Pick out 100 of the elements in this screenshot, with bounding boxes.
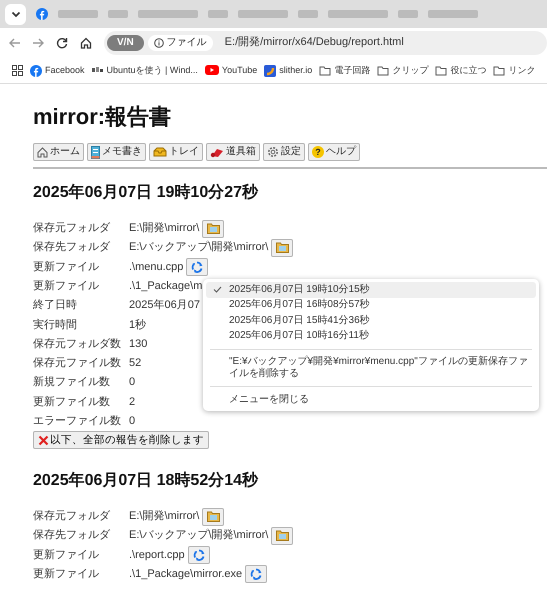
field-label: 更新ファイル <box>33 260 100 274</box>
folder-icon <box>435 65 448 76</box>
field-value: 1秒 <box>129 318 146 332</box>
blurred-tab-label <box>108 10 128 18</box>
vpn-badge[interactable]: V/N <box>107 35 144 51</box>
toolbar-button[interactable]: トレイ <box>149 143 203 161</box>
field-label: 更新ファイル数 <box>33 396 111 409</box>
blurred-tab-label <box>138 10 198 18</box>
field-label: 保存元フォルダ <box>33 222 112 236</box>
field-value: E:\バックアップ\開発\mirror\ <box>129 241 268 255</box>
apps-icon <box>12 65 23 76</box>
toolbar-button[interactable]: ホーム <box>33 143 84 161</box>
blurred-tab-label <box>238 10 288 18</box>
field-label: 実行時間 <box>33 318 78 332</box>
field-label: 更新ファイル <box>33 568 100 582</box>
field-label: 更新ファイル <box>33 280 100 294</box>
bookmark[interactable]: Facebook <box>30 64 85 76</box>
bookmark[interactable]: 電子回路 <box>319 65 370 76</box>
bookmark[interactable]: slither.io <box>264 64 312 76</box>
recycle-icon <box>191 261 204 274</box>
toolbar-button[interactable]: 設定 <box>263 143 305 161</box>
home-button[interactable] <box>80 37 93 49</box>
field-label: 保存元フォルダ <box>33 510 112 524</box>
menu-item[interactable]: メニューを閉じる <box>206 392 536 408</box>
toolbox-icon <box>210 146 224 158</box>
snake-icon <box>264 64 276 76</box>
forward-button[interactable] <box>32 37 45 49</box>
field-value: .\report.cpp <box>129 548 185 562</box>
field-value: E:\開発\mirror\ <box>129 510 200 524</box>
forward-icon <box>32 37 45 49</box>
field-label: 保存元ファイル数 <box>33 357 122 370</box>
toolbar-button[interactable]: 道具箱 <box>206 143 260 161</box>
facebook-icon <box>36 8 48 20</box>
blurred-tab-label <box>58 10 98 18</box>
field-label: 保存先フォルダ <box>33 529 112 542</box>
field-value: E:\バックアップ\開発\mirror\ <box>129 529 268 542</box>
blurred-tab-label <box>328 10 388 18</box>
restore-button[interactable] <box>245 565 268 584</box>
blurred-tab-label <box>208 10 228 18</box>
menu-item[interactable]: 2025年06月07日 19時10分15秒 <box>206 282 536 298</box>
bookmark[interactable]: リンク <box>493 65 536 76</box>
recycle-icon <box>192 549 205 562</box>
play-icon <box>204 65 219 76</box>
field-label: 終了日時 <box>33 299 78 312</box>
field-value: 130 <box>129 338 148 352</box>
tray-icon <box>153 147 167 157</box>
blurred-tab-label <box>428 10 478 18</box>
home-icon <box>37 146 48 158</box>
field-value: .\menu.cpp <box>129 260 184 274</box>
folder-icon <box>276 530 289 542</box>
bookmark[interactable]: Ubuntuを使う | Wind... <box>92 65 198 76</box>
url-text: E:/開発/mirror/x64/Debug/report.html <box>224 36 404 50</box>
field-value: E:\開発\mirror\ <box>129 222 200 236</box>
field-label: 保存元フォルダ数 <box>33 338 122 352</box>
bookmark[interactable]: 役に立つ <box>435 65 486 76</box>
bookmark[interactable]: クリップ <box>377 65 428 76</box>
field-value: 0 <box>129 415 136 428</box>
menu-item[interactable]: 2025年06月07日 16時08分57秒 <box>206 298 536 313</box>
recycle-icon <box>250 568 262 580</box>
restore-button[interactable] <box>186 258 208 276</box>
folder-icon <box>493 65 506 76</box>
field-value: 2 <box>129 396 136 409</box>
back-button[interactable] <box>8 37 21 49</box>
field-value: 0 <box>129 376 136 390</box>
menu-item[interactable]: 2025年06月07日 10時16分11秒 <box>206 328 536 344</box>
field-label: 保存先フォルダ <box>33 241 112 255</box>
blurred-tab-label <box>398 10 418 18</box>
report-heading: 2025年06月07日 18時52分14秒 <box>33 470 260 491</box>
back-icon <box>8 37 21 49</box>
field-label: エラーファイル数 <box>33 415 122 428</box>
field-value: 2025年06月07 <box>129 299 200 312</box>
page-title: mirror:報告書 <box>33 103 172 131</box>
check-icon <box>213 286 222 294</box>
menu-item[interactable]: 2025年06月07日 15時41分36秒 <box>206 313 536 328</box>
site-info-chip[interactable]: ファイル <box>148 35 213 51</box>
toolbar-button[interactable]: ? ヘルプ <box>308 143 360 161</box>
folder-icon <box>206 223 220 234</box>
tab-list-button[interactable] <box>5 4 26 24</box>
reload-button[interactable] <box>56 37 69 49</box>
field-value: .\1_Package\mirror.exe <box>129 568 242 582</box>
menu-item[interactable]: "E:¥バックアップ¥開発¥mirror¥menu.cpp"ファイルの更新保存ファイルを削除する <box>206 355 536 381</box>
folder-icon <box>276 242 289 254</box>
chevron-down-icon <box>10 10 20 18</box>
address-bar[interactable]: V/N ファイル E:/開発/mirror/x64/Debug/report.html <box>104 31 547 55</box>
field-label: 更新ファイル <box>33 548 100 562</box>
open-folder-button[interactable] <box>271 238 294 257</box>
bookmark[interactable]: YouTube <box>204 65 258 76</box>
settings-icon <box>267 146 279 158</box>
restore-button[interactable] <box>188 546 210 564</box>
notebook-icon <box>91 146 100 158</box>
field-value: .\1_Package\m <box>129 280 202 294</box>
report-heading: 2025年06月07日 19時10分27秒 <box>33 183 260 203</box>
reload-icon <box>56 37 69 49</box>
open-folder-button[interactable] <box>271 526 294 545</box>
open-folder-button[interactable] <box>202 220 224 238</box>
delete-all-button[interactable]: 以下、全部の報告を削除します <box>33 431 209 450</box>
folder-icon <box>319 65 332 76</box>
open-folder-button[interactable] <box>202 508 224 526</box>
home-icon <box>80 37 93 49</box>
toolbar-button[interactable]: メモ書き <box>87 143 146 161</box>
